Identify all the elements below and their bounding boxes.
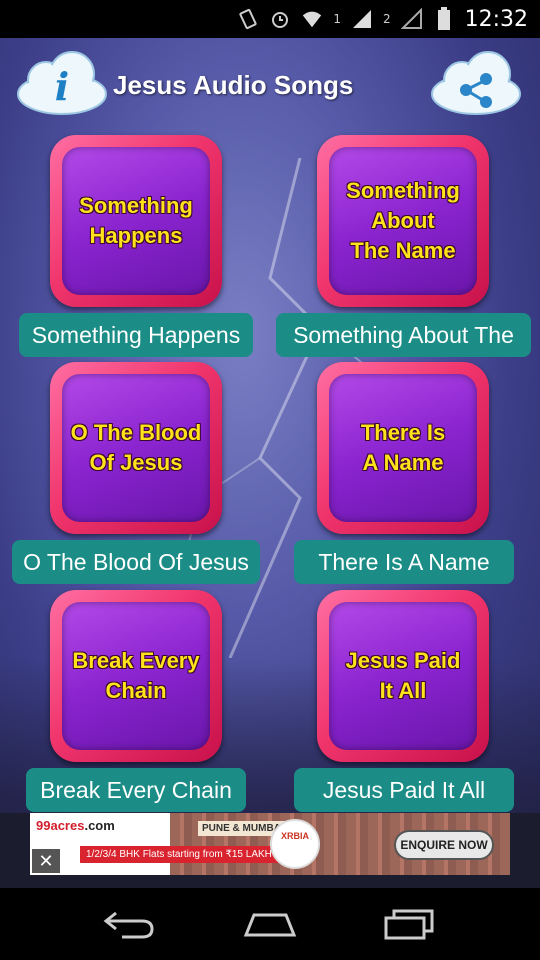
song-label-something-happens[interactable]: Something Happens [19, 313, 253, 357]
tile-text: Jesus Paid It All [345, 648, 461, 703]
tile-text: O The Blood Of Jesus [70, 420, 202, 475]
tile-text: Something Happens [79, 193, 193, 248]
song-label-break-every-chain[interactable]: Break Every Chain [26, 768, 246, 812]
recents-button[interactable] [370, 899, 450, 949]
tile-face: O The Blood Of Jesus [62, 374, 210, 522]
svg-text:i: i [55, 64, 69, 109]
song-label-jesus-paid-it-all[interactable]: Jesus Paid It All [294, 768, 514, 812]
ad-offer: 1/2/3/4 BHK Flats starting from ₹15 LAKH [80, 846, 282, 863]
wifi-icon [301, 8, 323, 30]
recents-icon [384, 909, 434, 940]
sim2-label: 2 [382, 12, 391, 26]
song-tile-something-about-the-name[interactable]: Something About The Name [317, 135, 489, 307]
signal-empty-icon [400, 8, 423, 30]
ad-area: 99acres.com PUNE & MUMBAI 1/2/3/4 BHK Fl… [0, 813, 540, 888]
tile-text: Break Every Chain [72, 648, 200, 703]
tile-text: There Is A Name [360, 420, 446, 475]
tile-face: There Is A Name [329, 374, 477, 522]
ad-close-button[interactable]: ✕ [32, 849, 60, 873]
signal-icon [351, 8, 373, 30]
tile-face: Something About The Name [329, 147, 477, 295]
tile-face: Jesus Paid It All [329, 602, 477, 750]
back-button[interactable] [90, 899, 170, 949]
share-icon [431, 51, 521, 115]
ad-enquire-button[interactable]: ENQUIRE NOW [394, 830, 494, 860]
song-tile-break-every-chain[interactable]: Break Every Chain [50, 590, 222, 762]
song-label-there-is-a-name[interactable]: There Is A Name [294, 540, 514, 584]
app-header: i Jesus Audio Songs [0, 38, 540, 134]
ad-logo: 99acres.com [36, 818, 115, 833]
tile-face: Break Every Chain [62, 602, 210, 750]
song-tile-o-the-blood-of-jesus[interactable]: O The Blood Of Jesus [50, 362, 222, 534]
vibrate-icon [237, 8, 259, 30]
song-tile-something-happens[interactable]: Something Happens [50, 135, 222, 307]
home-button[interactable] [230, 899, 310, 949]
battery-icon [433, 7, 455, 30]
tile-face: Something Happens [62, 147, 210, 295]
info-icon: i [17, 51, 107, 115]
share-button[interactable] [428, 50, 524, 116]
app-title: Jesus Audio Songs [113, 70, 354, 100]
song-label-something-about-the-name[interactable]: Something About The [276, 313, 531, 357]
song-tile-there-is-a-name[interactable]: There Is A Name [317, 362, 489, 534]
tile-text: Something About The Name [346, 178, 460, 263]
ad-logo-suffix: .com [84, 818, 115, 833]
alarm-icon [269, 8, 291, 30]
clock: 12:32 [464, 6, 528, 32]
info-button[interactable]: i [14, 50, 110, 116]
app-screen: i Jesus Audio Songs Something Happens So… [0, 38, 540, 888]
home-icon [243, 913, 297, 937]
status-bar: 1 2 12:32 [0, 0, 540, 38]
song-label-o-the-blood-of-jesus[interactable]: O The Blood Of Jesus [12, 540, 260, 584]
back-icon [103, 911, 154, 939]
sim1-label: 1 [333, 12, 341, 26]
navigation-bar [0, 888, 540, 960]
ad-banner[interactable]: 99acres.com PUNE & MUMBAI 1/2/3/4 BHK Fl… [30, 813, 510, 875]
ad-logo-main: 99acres [36, 818, 85, 833]
ad-badge: XRBIA [270, 819, 320, 869]
song-tile-jesus-paid-it-all[interactable]: Jesus Paid It All [317, 590, 489, 762]
